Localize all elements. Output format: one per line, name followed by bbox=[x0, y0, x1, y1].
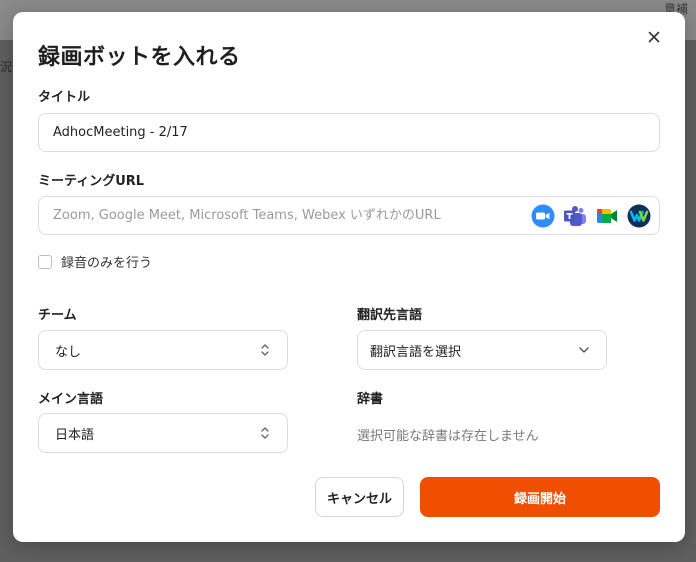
translation-language-select[interactable]: 翻訳言語を選択 bbox=[357, 330, 607, 370]
record-bot-dialog: 録画ボットを入れる タイトル ミーティングURL bbox=[13, 12, 685, 542]
title-field-label: タイトル bbox=[38, 90, 91, 105]
audio-only-option[interactable]: 録音のみを行う bbox=[38, 252, 152, 271]
url-field-label: ミーティングURL bbox=[38, 174, 145, 189]
main-language-selected-value: 日本語 bbox=[55, 427, 95, 443]
translation-language-placeholder: 翻訳言語を選択 bbox=[370, 344, 462, 360]
main-language-select[interactable]: 日本語 bbox=[38, 413, 288, 453]
title-field[interactable] bbox=[38, 113, 660, 152]
service-icons bbox=[531, 204, 651, 228]
url-field[interactable] bbox=[38, 196, 660, 235]
translation-language-label: 翻訳先言語 bbox=[357, 308, 423, 323]
title-input[interactable] bbox=[51, 124, 647, 141]
main-language-label: メイン言語 bbox=[38, 392, 104, 407]
audio-only-checkbox[interactable] bbox=[38, 254, 52, 269]
chevron-up-down-icon bbox=[261, 344, 269, 356]
team-selected-value: なし bbox=[55, 344, 82, 360]
audio-only-label: 録音のみを行う bbox=[61, 256, 153, 271]
close-icon bbox=[648, 31, 660, 43]
team-label: チーム bbox=[38, 308, 77, 323]
microsoft-teams-icon bbox=[563, 204, 587, 228]
chevron-up-down-icon bbox=[261, 427, 269, 439]
chevron-down-icon bbox=[579, 347, 589, 353]
cancel-button[interactable]: キャンセル bbox=[315, 477, 404, 517]
google-meet-icon bbox=[595, 204, 619, 228]
close-button[interactable] bbox=[643, 26, 665, 48]
zoom-icon bbox=[531, 204, 555, 228]
dialog-title: 録画ボットを入れる bbox=[38, 45, 241, 70]
meeting-url-input[interactable] bbox=[51, 207, 525, 224]
webex-icon bbox=[627, 204, 651, 228]
dictionary-empty-text: 選択可能な辞書は存在しません bbox=[357, 429, 539, 444]
team-select[interactable]: なし bbox=[38, 330, 288, 370]
dictionary-label: 辞書 bbox=[357, 392, 384, 407]
start-recording-button[interactable]: 録画開始 bbox=[420, 477, 660, 517]
